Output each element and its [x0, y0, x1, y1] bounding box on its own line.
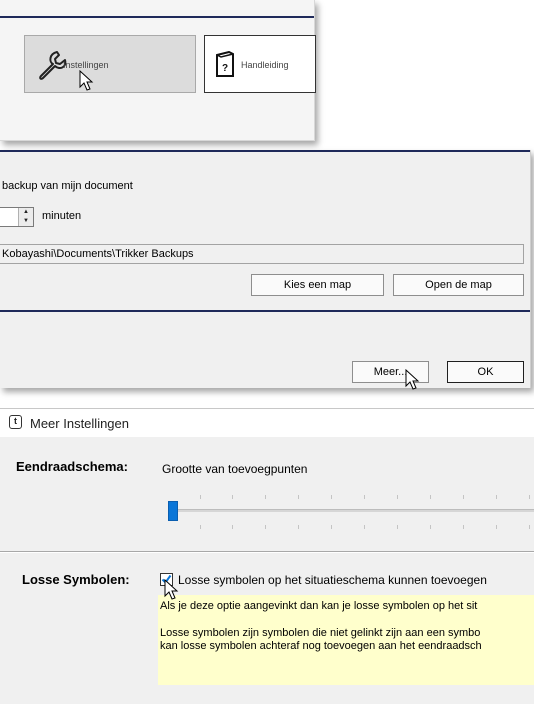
- slider-tick: [298, 525, 299, 529]
- point-size-slider-thumb[interactable]: [168, 501, 178, 521]
- point-size-label: Grootte van toevoegpunten: [162, 462, 308, 476]
- toolbar-divider: [0, 16, 314, 18]
- backup-settings-panel: backup van mijn document ▲ ▼ minuten Kob…: [0, 150, 531, 390]
- backup-interval-spinner[interactable]: ▲ ▼: [0, 207, 34, 227]
- open-folder-button[interactable]: Open de map: [393, 274, 524, 296]
- ok-button[interactable]: OK: [447, 361, 524, 383]
- losse-symbolen-checkbox-label[interactable]: Losse symbolen op het situatieschema kun…: [178, 573, 487, 587]
- backup-heading: backup van mijn document: [2, 180, 133, 192]
- note-line-1: Als je deze optie aangevinkt dan kan je …: [160, 600, 478, 612]
- slider-tick: [430, 495, 431, 499]
- interval-unit-label: minuten: [42, 210, 82, 222]
- slider-tick: [430, 525, 431, 529]
- slider-tick: [529, 525, 530, 529]
- spinner-up-icon[interactable]: ▲: [19, 208, 33, 217]
- slider-tick: [463, 495, 464, 499]
- backup-bottom-divider: [0, 310, 530, 312]
- window-title: Meer Instellingen: [30, 416, 129, 431]
- slider-tick: [463, 525, 464, 529]
- slider-tick: [364, 495, 365, 499]
- slider-tick: [397, 525, 398, 529]
- instellingen-button[interactable]: Instellingen: [24, 35, 196, 93]
- info-note: Als je deze optie aangevinkt dan kan je …: [158, 595, 534, 685]
- spinner-down-icon[interactable]: ▼: [19, 217, 33, 226]
- slider-tick: [200, 495, 201, 499]
- svg-text:?: ?: [222, 63, 228, 74]
- app-icon: t: [9, 415, 22, 429]
- slider-tick: [265, 525, 266, 529]
- choose-folder-button[interactable]: Kies een map: [251, 274, 384, 296]
- eendraadschema-section-title: Eendraadschema:: [16, 459, 128, 474]
- instellingen-label: Instellingen: [63, 60, 109, 70]
- note-line-3: kan losse symbolen achteraf nog toevoege…: [160, 640, 482, 652]
- slider-tick: [200, 525, 201, 529]
- backup-folder-path-field[interactable]: Kobayashi\Documents\Trikker Backups: [0, 244, 524, 264]
- slider-tick: [529, 495, 530, 499]
- handleiding-label: Handleiding: [241, 60, 289, 70]
- losse-symbolen-section-title: Losse Symbolen:: [22, 572, 130, 587]
- backup-top-divider: [0, 150, 530, 152]
- section-separator: [0, 551, 534, 553]
- mouse-cursor-icon: [164, 579, 179, 600]
- handleiding-button[interactable]: ? Handleiding: [204, 35, 316, 93]
- title-bar: t Meer Instellingen: [0, 409, 534, 437]
- note-line-2: Losse symbolen zijn symbolen die niet ge…: [160, 627, 481, 639]
- manual-book-icon: ?: [216, 51, 234, 77]
- toolbar-panel: Instellingen ? Handleiding: [0, 0, 316, 141]
- mouse-cursor-icon: [405, 369, 420, 390]
- spinner-arrows[interactable]: ▲ ▼: [18, 208, 33, 226]
- point-size-slider-track[interactable]: [168, 509, 534, 512]
- meer-instellingen-dialog: t Meer Instellingen Eendraadschema: Groo…: [0, 408, 534, 704]
- slider-tick: [496, 525, 497, 529]
- slider-tick: [496, 495, 497, 499]
- slider-tick: [298, 495, 299, 499]
- slider-tick: [232, 495, 233, 499]
- slider-tick: [265, 495, 266, 499]
- slider-tick: [232, 525, 233, 529]
- slider-tick: [331, 525, 332, 529]
- mouse-cursor-icon: [79, 70, 94, 91]
- slider-tick: [364, 525, 365, 529]
- slider-tick: [397, 495, 398, 499]
- slider-tick: [331, 495, 332, 499]
